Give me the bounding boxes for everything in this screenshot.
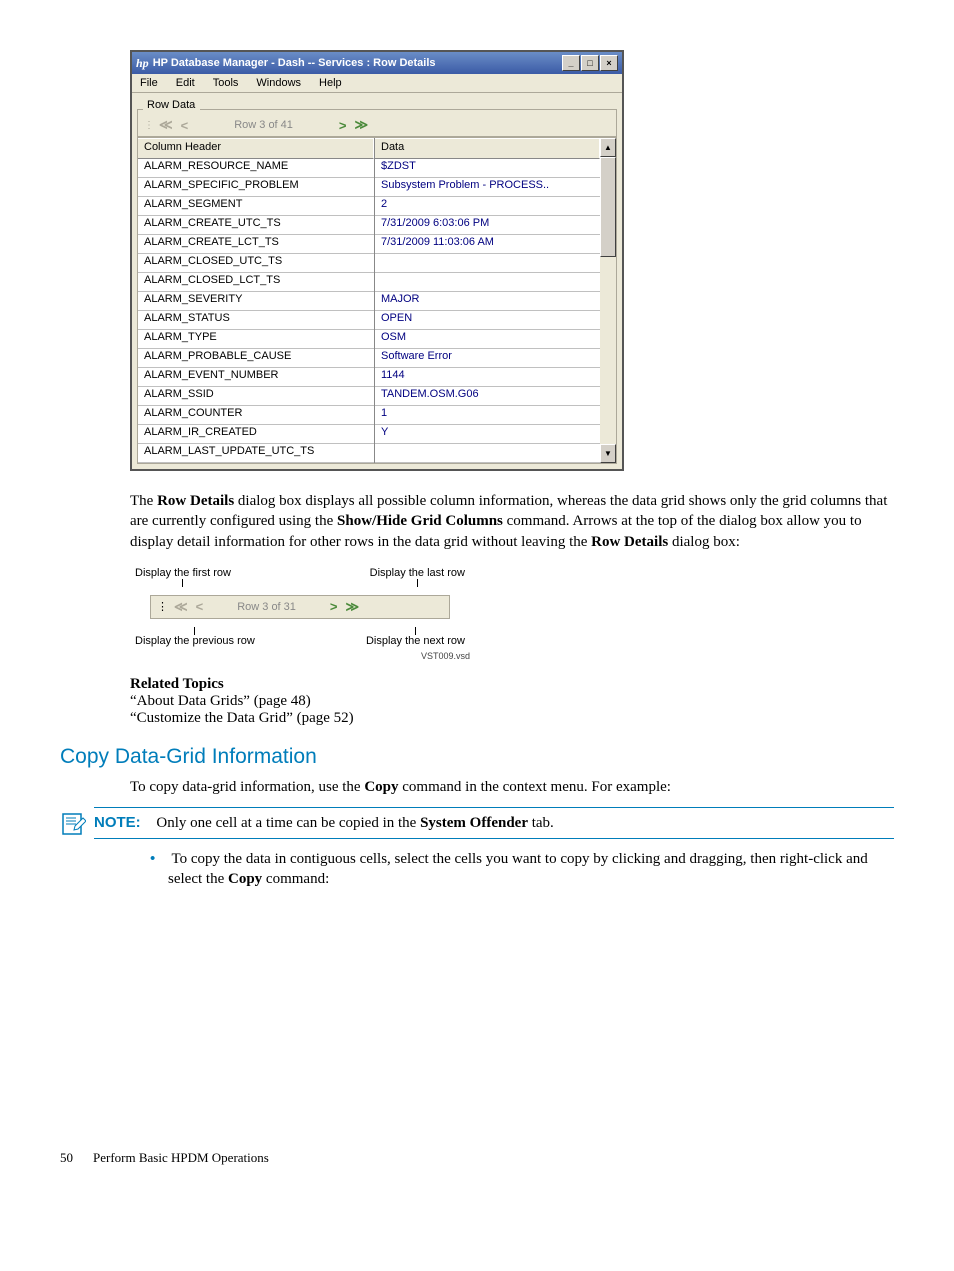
table-row[interactable]: ALARM_CLOSED_UTC_TS <box>138 254 374 273</box>
column-header-right[interactable]: Data <box>375 138 600 159</box>
table-cell[interactable]: MAJOR <box>375 292 600 311</box>
nav-toolbar-diagram: Display the first row Display the last r… <box>130 567 470 661</box>
first-row-button[interactable]: ≪ <box>157 117 175 133</box>
menu-tools[interactable]: Tools <box>213 77 239 89</box>
diagram-row-counter: Row 3 of 31 <box>209 601 324 613</box>
bullet-list: To copy the data in contiguous cells, se… <box>150 849 894 890</box>
body-paragraph: The Row Details dialog box displays all … <box>130 491 894 552</box>
table-row[interactable]: ALARM_PROBABLE_CAUSE <box>138 349 374 368</box>
row-details-dialog: hp HP Database Manager - Dash -- Service… <box>130 50 624 471</box>
diagram-label-prev: Display the previous row <box>135 635 255 647</box>
next-row-icon: > <box>328 599 340 614</box>
menu-windows[interactable]: Windows <box>256 77 301 89</box>
menu-edit[interactable]: Edit <box>176 77 195 89</box>
table-cell[interactable]: OPEN <box>375 311 600 330</box>
scroll-thumb[interactable] <box>600 157 616 257</box>
diagram-label-first: Display the first row <box>135 567 231 579</box>
related-link[interactable]: “About Data Grids” (page 48) <box>130 693 894 710</box>
table-row[interactable]: ALARM_SPECIFIC_PROBLEM <box>138 178 374 197</box>
maximize-button[interactable]: □ <box>581 55 599 71</box>
table-cell[interactable]: 7/31/2009 6:03:06 PM <box>375 216 600 235</box>
table-cell[interactable] <box>375 444 600 463</box>
section-heading: Copy Data-Grid Information <box>60 745 894 769</box>
titlebar: hp HP Database Manager - Dash -- Service… <box>132 52 622 74</box>
note-icon <box>60 811 86 842</box>
minimize-button[interactable]: _ <box>562 55 580 71</box>
last-row-button[interactable]: ≫ <box>353 117 371 133</box>
next-row-button[interactable]: > <box>337 118 349 133</box>
table-cell[interactable]: Software Error <box>375 349 600 368</box>
body-paragraph: To copy data-grid information, use the C… <box>130 777 894 797</box>
table-cell[interactable]: $ZDST <box>375 159 600 178</box>
table-row[interactable]: ALARM_SEGMENT <box>138 197 374 216</box>
table-row[interactable]: ALARM_SSID <box>138 387 374 406</box>
fieldset-label: Row Data <box>132 93 622 109</box>
last-row-icon: ≫ <box>344 599 362 615</box>
related-topics: Related Topics “About Data Grids” (page … <box>130 676 894 727</box>
nav-toolbar: ⋮ ≪ < Row 3 of 41 > ≫ <box>138 114 616 137</box>
toolbar-grip-icon: ⋮ <box>157 600 168 613</box>
related-link[interactable]: “Customize the Data Grid” (page 52) <box>130 710 894 727</box>
menu-bar: File Edit Tools Windows Help <box>132 74 622 93</box>
toolbar-grip-icon: ⋮ <box>144 120 153 131</box>
diagram-label-last: Display the last row <box>370 567 465 579</box>
table-row[interactable]: ALARM_SEVERITY <box>138 292 374 311</box>
table-row[interactable]: ALARM_LAST_UPDATE_UTC_TS <box>138 444 374 463</box>
page-footer: 50 Perform Basic HPDM Operations <box>60 1150 894 1166</box>
close-button[interactable]: × <box>600 55 618 71</box>
table-cell[interactable]: 7/31/2009 11:03:06 AM <box>375 235 600 254</box>
table-row[interactable]: ALARM_CREATE_UTC_TS <box>138 216 374 235</box>
prev-row-icon: < <box>194 599 206 614</box>
table-row[interactable]: ALARM_CREATE_LCT_TS <box>138 235 374 254</box>
table-cell[interactable]: 1 <box>375 406 600 425</box>
table-row[interactable]: ALARM_IR_CREATED <box>138 425 374 444</box>
first-row-icon: ≪ <box>172 599 190 615</box>
table-row[interactable]: ALARM_CLOSED_LCT_TS <box>138 273 374 292</box>
column-header-left[interactable]: Column Header <box>138 138 374 159</box>
note-box: NOTE: Only one cell at a time can be cop… <box>94 807 894 839</box>
menu-file[interactable]: File <box>140 77 158 89</box>
table-cell[interactable]: TANDEM.OSM.G06 <box>375 387 600 406</box>
chapter-title: Perform Basic HPDM Operations <box>93 1150 269 1166</box>
table-row[interactable]: ALARM_STATUS <box>138 311 374 330</box>
prev-row-button[interactable]: < <box>179 118 191 133</box>
table-cell[interactable]: OSM <box>375 330 600 349</box>
page-number: 50 <box>60 1150 73 1166</box>
note-label: NOTE: <box>94 814 141 831</box>
table-cell[interactable] <box>375 254 600 273</box>
list-item: To copy the data in contiguous cells, se… <box>150 849 894 890</box>
scroll-up-button[interactable]: ▲ <box>600 138 616 157</box>
table-cell[interactable]: 2 <box>375 197 600 216</box>
related-heading: Related Topics <box>130 676 894 693</box>
row-counter: Row 3 of 41 <box>194 119 333 131</box>
table-cell[interactable]: Subsystem Problem - PROCESS.. <box>375 178 600 197</box>
data-grid: Column Header ALARM_RESOURCE_NAME ALARM_… <box>138 137 616 463</box>
menu-help[interactable]: Help <box>319 77 342 89</box>
hp-logo-icon: hp <box>136 56 149 71</box>
window-title: HP Database Manager - Dash -- Services :… <box>153 57 436 69</box>
table-row[interactable]: ALARM_EVENT_NUMBER <box>138 368 374 387</box>
diagram-label-next: Display the next row <box>366 635 465 647</box>
diagram-filename: VST009.vsd <box>130 651 470 661</box>
table-row[interactable]: ALARM_TYPE <box>138 330 374 349</box>
table-row[interactable]: ALARM_RESOURCE_NAME <box>138 159 374 178</box>
table-cell[interactable]: Y <box>375 425 600 444</box>
vertical-scrollbar[interactable]: ▲ ▼ <box>600 138 616 463</box>
table-row[interactable]: ALARM_COUNTER <box>138 406 374 425</box>
scroll-down-button[interactable]: ▼ <box>600 444 616 463</box>
table-cell[interactable] <box>375 273 600 292</box>
table-cell[interactable]: 1144 <box>375 368 600 387</box>
